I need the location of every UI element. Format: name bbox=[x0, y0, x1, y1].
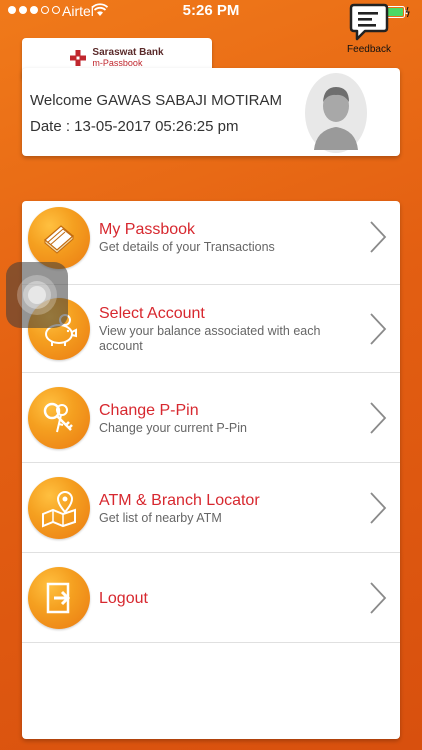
keys-icon bbox=[43, 402, 73, 433]
passbook-icon bbox=[44, 225, 74, 254]
chevron-right-icon bbox=[370, 492, 387, 524]
menu-item-my-passbook[interactable]: My Passbook Get details of your Transact… bbox=[22, 201, 400, 285]
bank-name: Saraswat Bank bbox=[92, 47, 164, 58]
chevron-right-icon bbox=[370, 582, 387, 614]
menu-item-change-ppin[interactable]: Change P-Pin Change your current P-Pin bbox=[22, 373, 400, 463]
assistive-touch-button[interactable] bbox=[6, 262, 68, 328]
menu-item-subtitle: Get details of your Transactions bbox=[99, 240, 275, 254]
chevron-right-icon bbox=[370, 221, 387, 253]
menu-item-logout[interactable]: Logout bbox=[22, 553, 400, 643]
avatar[interactable] bbox=[304, 72, 368, 154]
feedback-label: Feedback bbox=[347, 44, 391, 55]
menu-item-title: Change P-Pin bbox=[99, 402, 199, 419]
menu-item-title: Select Account bbox=[99, 305, 205, 322]
chevron-right-icon bbox=[370, 402, 387, 434]
menu-card: My Passbook Get details of your Transact… bbox=[22, 201, 400, 739]
feedback-icon bbox=[349, 3, 389, 41]
welcome-card: Welcome GAWAS SABAJI MOTIRAM Date : 13-0… bbox=[22, 68, 400, 156]
logout-icon bbox=[46, 582, 71, 614]
welcome-text: Welcome GAWAS SABAJI MOTIRAM bbox=[30, 92, 282, 109]
chevron-right-icon bbox=[370, 313, 387, 345]
map-pin-icon bbox=[42, 490, 76, 528]
menu-item-subtitle: Change your current P-Pin bbox=[99, 421, 247, 435]
menu-item-title: My Passbook bbox=[99, 221, 196, 238]
menu-item-title: ATM & Branch Locator bbox=[99, 492, 260, 509]
feedback-button[interactable]: Feedback bbox=[342, 2, 396, 60]
date-text: Date : 13-05-2017 05:26:25 pm bbox=[30, 118, 239, 135]
saraswat-logo-icon bbox=[70, 50, 87, 66]
menu-item-subtitle: View your balance associated with each a… bbox=[99, 324, 321, 353]
menu-item-atm-branch-locator[interactable]: ATM & Branch Locator Get list of nearby … bbox=[22, 463, 400, 553]
menu-item-select-account[interactable]: Select Account View your balance associa… bbox=[22, 285, 400, 373]
menu-item-title: Logout bbox=[99, 590, 148, 607]
menu-item-subtitle: Get list of nearby ATM bbox=[99, 511, 222, 525]
